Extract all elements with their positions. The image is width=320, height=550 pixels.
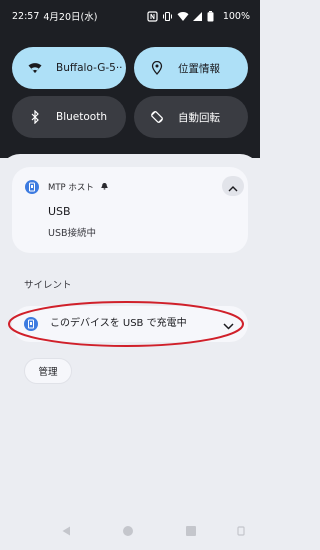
auto-rotate-tile[interactable]: 自動回転 [134, 96, 248, 138]
notification-body: USB接続中 [48, 228, 97, 239]
rotate-suggestion-icon[interactable] [236, 526, 246, 536]
location-tile-label: 位置情報 [178, 62, 220, 75]
location-tile[interactable]: 位置情報 [134, 47, 248, 89]
home-icon[interactable] [123, 526, 133, 536]
usb-charging-text: このデバイスを USB で充電中 [50, 318, 187, 329]
nfc-icon [147, 10, 158, 22]
alert-bell-icon [100, 182, 109, 193]
silent-section-label: サイレント [24, 280, 72, 291]
bluetooth-tile[interactable]: Bluetooth [12, 96, 126, 138]
battery-icon [207, 10, 218, 22]
notification-title: USB [48, 205, 71, 218]
back-icon[interactable] [62, 526, 71, 536]
bluetooth-icon [28, 110, 42, 124]
status-bar: 22:57 4月20日(水) 100% [0, 0, 260, 32]
recent-apps-icon[interactable] [186, 526, 196, 536]
expand-chevron-button[interactable] [221, 318, 235, 330]
notification-app-name: MTP ホスト [48, 183, 94, 193]
bluetooth-tile-label: Bluetooth [56, 111, 107, 123]
notification-app-row: MTP ホスト [48, 180, 109, 194]
auto-rotate-icon [150, 110, 164, 124]
wifi-tile[interactable]: Buffalo-G-5·· [12, 47, 126, 89]
wifi-status-icon [177, 11, 189, 22]
chevron-down-icon [222, 315, 234, 334]
battery-percent: 100% [222, 10, 250, 22]
navigation-bar [0, 512, 260, 550]
collapse-notification-button[interactable] [222, 176, 244, 196]
location-icon [150, 61, 164, 75]
status-date: 4月20日(水) [43, 12, 98, 23]
signal-icon [192, 11, 203, 22]
usb-app-icon [25, 180, 39, 194]
manage-button[interactable]: 管理 [24, 358, 72, 384]
wifi-icon [28, 61, 42, 75]
status-icons: 100% [147, 10, 250, 22]
status-time: 22:57 [12, 10, 40, 22]
chevron-up-icon [228, 177, 238, 196]
auto-rotate-tile-label: 自動回転 [178, 111, 220, 124]
vibrate-icon [162, 11, 173, 22]
usb-charging-app-icon [24, 317, 38, 331]
wifi-tile-label: Buffalo-G-5·· [56, 62, 123, 74]
